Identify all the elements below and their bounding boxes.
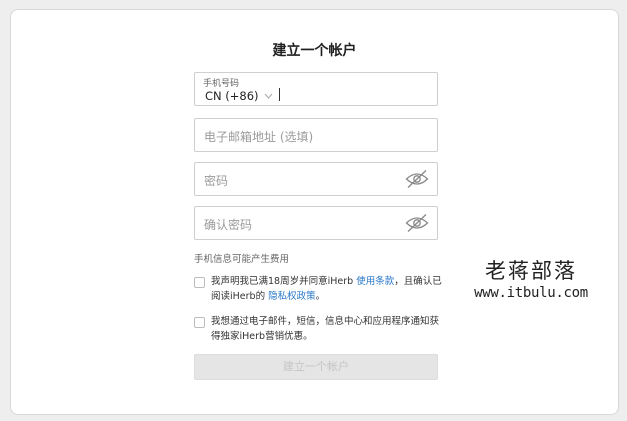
privacy-policy-link[interactable]: 隐私权政策 [268,291,316,302]
chevron-down-icon[interactable] [264,93,273,99]
terms-text-before: 我声明我已满18周岁并同意iHerb [211,276,357,287]
password-field[interactable]: 密码 [194,162,438,196]
watermark: 老蒋部落 www.itbulu.com [466,258,596,302]
terms-consent-text: 我声明我已满18周岁并同意iHerb 使用条款，且确认已阅读iHerb的 隐私权… [211,274,443,304]
sms-fee-hint: 手机信息可能产生费用 [194,254,290,265]
watermark-name: 老蒋部落 [485,259,577,283]
terms-checkbox[interactable] [194,277,205,288]
eye-slash-icon[interactable] [405,169,429,189]
email-field[interactable]: 电子邮箱地址 (选填) [194,118,438,152]
create-account-button[interactable]: 建立一个帐户 [194,354,438,380]
page: 建立一个帐户 手机号码 CN (+86) 电子邮箱地址 (选填) 密码 确认密码 [0,0,627,421]
phone-field[interactable]: 手机号码 CN (+86) [194,72,438,106]
marketing-checkbox[interactable] [194,317,205,328]
watermark-url: www.itbulu.com [474,285,588,301]
text-cursor [279,88,280,101]
confirm-password-field[interactable]: 确认密码 [194,206,438,240]
terms-of-use-link[interactable]: 使用条款 [356,276,394,287]
email-placeholder: 电子邮箱地址 (选填) [204,130,314,144]
marketing-consent-text: 我想通过电子邮件，短信，信息中心和应用程序通知获得独家iHerb营销优惠。 [211,316,440,342]
eye-slash-icon[interactable] [405,213,429,233]
confirm-password-placeholder: 确认密码 [204,218,253,232]
signup-card: 建立一个帐户 手机号码 CN (+86) 电子邮箱地址 (选填) 密码 确认密码 [10,9,619,415]
phone-label: 手机号码 [203,79,240,89]
page-title: 建立一个帐户 [272,43,357,59]
password-placeholder: 密码 [204,174,229,188]
country-code-select[interactable]: CN (+86) [205,89,259,103]
terms-text-after: 。 [315,291,326,302]
